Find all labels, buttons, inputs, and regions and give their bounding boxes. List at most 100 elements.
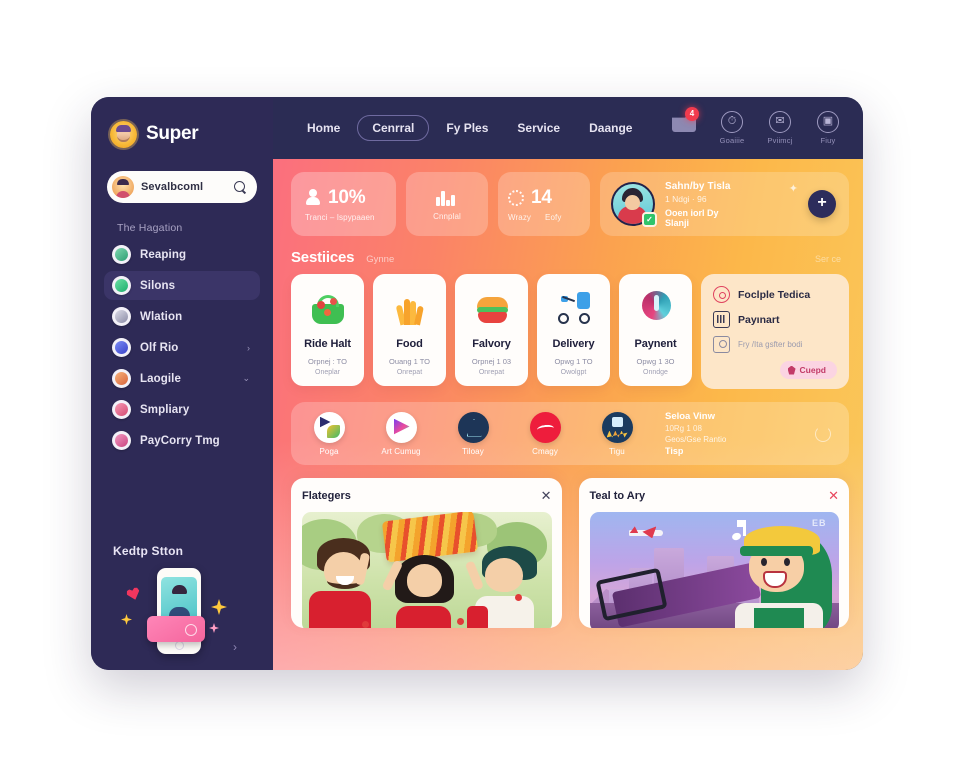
stat-card-count[interactable]: 14 Wrazy Eofy [498,172,590,236]
card-title: Flategers [302,490,351,502]
burger-icon [472,289,512,327]
leaf-circle-icon [112,245,131,264]
sidebar-nav: Reaping Silons Wlation Olf Rio › Laogile [91,240,273,455]
info-line-2: 10Rg 1 08 [665,424,702,433]
sidebar-item-olf-rio[interactable]: Olf Rio › [104,333,260,362]
service-card-delivery[interactable]: Delivery Opwg 1 TO Owolgpt [537,274,610,386]
sidebar-item-silons[interactable]: Silons [104,271,260,300]
panel-row-payinart[interactable]: Payınart [713,311,837,328]
sidebar-item-label: Olf Rio [140,341,179,354]
close-icon[interactable]: ✕ [828,489,839,502]
cuepd-button[interactable]: Cuepd [779,361,837,379]
main-area: Home Cenrral Fy Ples Service Daange 4 ⏱ … [273,97,863,670]
sidebar-item-smpliary[interactable]: Smpliary [104,395,260,424]
stats-row: 10% Tranci – Ispypaaen Cnnplal 14 Wrazy … [291,172,849,236]
add-button[interactable]: + [808,190,836,218]
tab-cenrral[interactable]: Cenrral [357,115,430,141]
section-title: Sestiices [291,249,355,266]
refresh-icon[interactable] [815,425,831,442]
search-icon[interactable] [234,180,247,194]
mountain-outline-icon [457,411,489,443]
message-button[interactable]: ✉ Pviimcj [763,111,797,145]
sidebar-item-paycorry-tmg[interactable]: PayCorry Tmg [104,426,260,455]
tag-button[interactable]: ▣ Fiuy [811,111,845,145]
cart-button[interactable]: 4 [667,107,701,132]
tab-service[interactable]: Service [505,115,572,141]
panel-row-foclple-tedica[interactable]: Foclple Tedica [713,286,837,303]
chevron-down-icon[interactable]: ⌄ [242,373,250,384]
clock-icon: ⏱ [721,111,743,133]
cuepd-button-label: Cuepd [799,365,826,375]
service-name: Food [396,338,423,350]
play-triangle-icon [385,411,417,443]
stat-card-percent[interactable]: 10% Tranci – Ispypaaen [291,172,396,236]
sidebar-item-label: Laogile [140,372,181,385]
service-line-1: Orpnej 1 03 [471,357,512,366]
scooter-icon [554,289,594,327]
stat-sub: Tranci – Ispypaaen [305,212,375,222]
panel-row-label: Foclple Tedica [738,288,811,301]
diamond-icon [787,365,796,375]
phone-home-button [174,641,184,650]
service-card-paynent[interactable]: Paynent Opwg 1 3O Onndge [619,274,692,386]
contact-icon [713,336,730,353]
leaf-green-icon [112,276,131,295]
phone-screen [161,577,197,621]
sidebar-item-label: Smpliary [140,403,190,416]
payment-circle-icon [636,289,676,327]
service-line-1: Ouang 1 TO [388,357,430,366]
service-line-2: Onrepat [396,369,423,376]
heart-icon [125,586,141,601]
chevron-right-icon[interactable]: › [233,640,237,654]
service-card-food[interactable]: Food Ouang 1 TO Onrepat [373,274,446,386]
avatar-face [625,195,640,210]
service-card-ride-halt[interactable]: Ride Halt Orpnej : TO Oneplar [291,274,364,386]
nav-section-label: The Hagation [117,222,183,234]
clock-button[interactable]: ⏱ Goaiiie [715,111,749,145]
sidebar-item-wlation[interactable]: Wlation [104,302,260,331]
person-illustration [382,555,467,628]
category-tiloay[interactable]: Tiloay [445,411,501,456]
categories-bar: Poga Art Cumug Tiloay Cmagy Tigu Seloa V… [291,402,849,465]
chevron-right-icon[interactable]: › [247,343,250,353]
card-title: Teal to Ary [589,490,646,502]
sidebar-item-laogile[interactable]: Laogile ⌄ [104,364,260,393]
service-line-2: Oneplar [315,369,340,376]
category-tigu[interactable]: Tigu [589,411,645,456]
watermark: EB [812,518,827,528]
services-side-panel: Foclple Tedica Payınart Fry /Ita gsfter … [701,274,849,389]
panel-row-muted[interactable]: Fry /Ita gsfter bodi [713,336,837,353]
service-line-2: Owolgpt [560,369,587,376]
user-badge-icon [112,338,131,357]
category-cmagy[interactable]: Cmagy [517,411,573,456]
app-window: Super Sevalbcoml The Hagation Reaping Si… [91,97,863,670]
profile-card[interactable]: ✓ Sahn/by Tisla 1 Ndgi · 96 Ooen iorl Dy… [600,172,849,236]
close-icon[interactable]: ✕ [541,489,552,502]
tab-daange[interactable]: Daange [577,115,644,141]
bottom-card-teal-to-ary: Teal to Ary ✕ EB [578,478,849,628]
sunflower-avatar-icon [110,120,137,148]
stat-sub-left: Wrazy [508,212,532,222]
stat-card-chart[interactable]: Cnnplal [406,172,488,236]
airplane-icon [629,526,664,539]
person-illustration [307,538,392,628]
category-art-cumug[interactable]: Art Cumug [373,411,429,456]
sidebar-item-label: Silons [140,279,176,292]
section-link[interactable]: Ser ce [815,254,849,264]
profile-line-3: Ooen iorl Dy [665,207,719,218]
category-poga[interactable]: Poga [301,411,357,456]
service-card-falvory[interactable]: Falvory Orpnej 1 03 Onrepat [455,274,528,386]
brand[interactable]: Super [91,119,273,149]
info-line-1: Seloa Vinw [665,411,715,422]
tab-fy-ples[interactable]: Fy Ples [434,115,500,141]
search-input[interactable]: Sevalbcoml [107,171,257,203]
clock-label: Goaiiie [719,136,745,145]
promo-title: Kedtp Stton [113,544,184,558]
content-area: 10% Tranci – Ispypaaen Cnnplal 14 Wrazy … [273,159,863,670]
sidebar-promo[interactable]: Kedtp Stton › [91,544,273,670]
tab-home[interactable]: Home [295,115,352,141]
sidebar-item-reaping[interactable]: Reaping [104,240,260,269]
info-line-3: Geos/Gse Rantio [665,435,727,444]
target-circle-icon [713,286,730,303]
tag-label: Fiuy [820,136,836,145]
